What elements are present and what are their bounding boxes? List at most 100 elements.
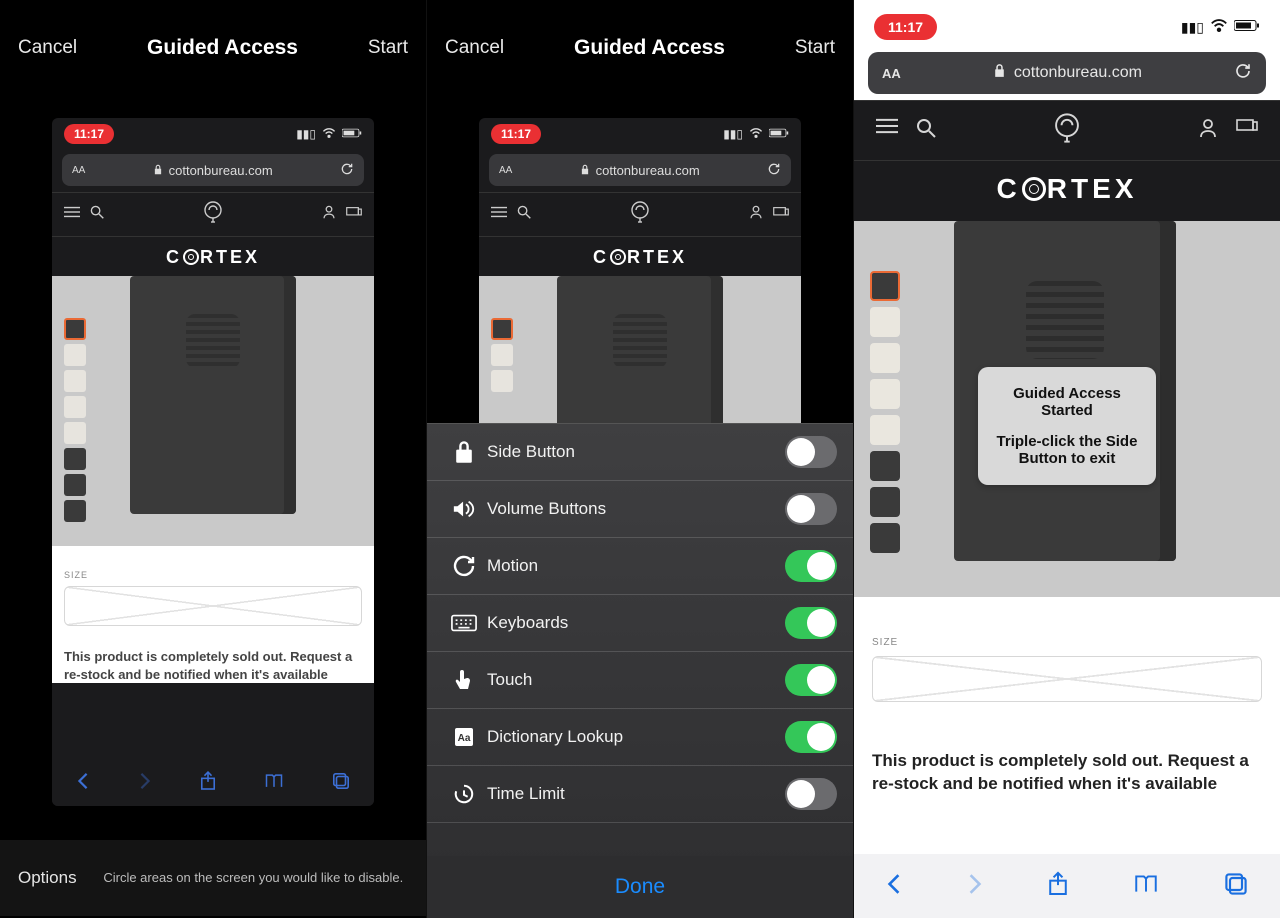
safari-toolbar: [52, 760, 374, 806]
option-toggle[interactable]: [785, 436, 837, 468]
option-label: Volume Buttons: [487, 499, 785, 519]
forward-icon[interactable]: [138, 772, 152, 795]
option-label: Dictionary Lookup: [487, 727, 785, 747]
thumbnail[interactable]: [870, 379, 900, 409]
guided-access-title: Guided Access: [574, 36, 725, 60]
thumbnail[interactable]: [64, 474, 86, 496]
bookmarks-icon[interactable]: [1133, 874, 1159, 899]
thumbnail[interactable]: [870, 451, 900, 481]
size-selector[interactable]: [64, 586, 362, 626]
cancel-button[interactable]: Cancel: [18, 37, 77, 59]
share-icon[interactable]: [200, 771, 216, 796]
done-button[interactable]: Done: [427, 856, 853, 918]
start-button[interactable]: Start: [795, 37, 835, 59]
thumbnail[interactable]: [64, 318, 86, 340]
thumbnail[interactable]: [64, 422, 86, 444]
motion-icon: [441, 554, 487, 578]
site-logo-icon[interactable]: [1053, 113, 1081, 148]
thumbnail[interactable]: [870, 271, 900, 301]
thumbnail[interactable]: [870, 523, 900, 553]
option-toggle[interactable]: [785, 493, 837, 525]
search-icon[interactable]: [916, 118, 936, 143]
start-button[interactable]: Start: [368, 37, 408, 59]
thumbnail-list: [64, 318, 86, 522]
reload-icon[interactable]: [340, 162, 354, 179]
signal-icon: ▮▮▯: [296, 127, 316, 141]
options-button[interactable]: Options: [18, 868, 77, 888]
text-size-icon[interactable]: AA: [882, 66, 901, 81]
option-label: Motion: [487, 556, 785, 576]
option-toggle[interactable]: [785, 778, 837, 810]
cancel-button[interactable]: Cancel: [445, 37, 504, 59]
battery-icon: [342, 127, 362, 141]
url-bar[interactable]: AA cottonbureau.com: [868, 52, 1266, 94]
url-bar[interactable]: AA cottonbureau.com: [62, 154, 364, 186]
url-text: cottonbureau.com: [169, 163, 273, 178]
cart-icon[interactable]: [1236, 118, 1258, 143]
forward-icon[interactable]: [967, 873, 983, 900]
option-label: Time Limit: [487, 784, 785, 804]
thumbnail[interactable]: [870, 487, 900, 517]
panel-guided-access-options: Cancel Guided Access Start 11:17 ▮▮▯ AA …: [426, 0, 853, 918]
cart-icon[interactable]: [346, 205, 362, 224]
site-header: [854, 100, 1280, 161]
share-icon[interactable]: [1048, 871, 1068, 902]
size-selector[interactable]: [872, 656, 1262, 702]
user-icon[interactable]: [1198, 118, 1218, 143]
menu-icon[interactable]: [64, 205, 80, 224]
thumbnail[interactable]: [870, 343, 900, 373]
alert-title: Guided Access Started: [992, 385, 1142, 419]
text-size-icon[interactable]: AA: [72, 165, 85, 176]
product-image-area[interactable]: [52, 276, 374, 546]
soldout-text: This product is completely sold out. Req…: [854, 712, 1280, 806]
option-toggle[interactable]: [785, 550, 837, 582]
back-icon[interactable]: [76, 772, 90, 795]
thumbnail[interactable]: [64, 370, 86, 392]
size-label: SIZE: [64, 570, 362, 580]
user-icon: [749, 205, 763, 224]
thumbnail[interactable]: [64, 344, 86, 366]
thumbnail-list: [870, 271, 900, 553]
option-label: Keyboards: [487, 613, 785, 633]
thumbnail[interactable]: [64, 448, 86, 470]
guided-access-alert: Guided Access Started Triple-click the S…: [978, 367, 1156, 485]
user-icon[interactable]: [322, 205, 336, 224]
option-toggle[interactable]: [785, 607, 837, 639]
site-logo-icon[interactable]: [203, 201, 223, 228]
bookmarks-icon[interactable]: [264, 773, 284, 794]
option-row: Keyboards: [427, 595, 853, 652]
option-toggle[interactable]: [785, 664, 837, 696]
reload-icon[interactable]: [1234, 62, 1252, 85]
option-toggle[interactable]: [785, 721, 837, 753]
text-size-icon: AA: [499, 165, 512, 176]
search-icon: [517, 205, 531, 224]
thumbnail[interactable]: [870, 415, 900, 445]
signal-icon: ▮▮▯: [1181, 19, 1204, 36]
guided-access-title: Guided Access: [147, 36, 298, 60]
thumbnail[interactable]: [870, 307, 900, 337]
back-icon[interactable]: [886, 873, 902, 900]
screen-preview[interactable]: 11:17 ▮▮▯ AA cottonbureau.com: [52, 118, 374, 806]
thumbnail[interactable]: [64, 500, 86, 522]
size-section: SIZE: [52, 546, 374, 636]
product-image-area[interactable]: Guided Access Started Triple-click the S…: [854, 221, 1280, 597]
thumbnail[interactable]: [64, 396, 86, 418]
product-image: [130, 276, 296, 514]
battery-icon: [769, 127, 789, 141]
lock-icon: [993, 63, 1006, 83]
hint-text: Circle areas on the screen you would lik…: [99, 870, 408, 887]
signal-icon: ▮▮▯: [723, 127, 743, 141]
url-bar: AA cottonbureau.com: [489, 154, 791, 186]
option-label: Touch: [487, 670, 785, 690]
size-section: SIZE: [854, 597, 1280, 712]
option-row: Time Limit: [427, 766, 853, 823]
volume-icon: [441, 499, 487, 519]
lock-icon: [580, 163, 590, 178]
status-bar: 11:17 ▮▮▯: [479, 118, 801, 148]
tabs-icon[interactable]: [1224, 872, 1248, 901]
search-icon[interactable]: [90, 205, 104, 224]
option-row: Touch: [427, 652, 853, 709]
menu-icon[interactable]: [876, 118, 898, 143]
cart-icon: [773, 205, 789, 224]
tabs-icon[interactable]: [332, 772, 350, 795]
